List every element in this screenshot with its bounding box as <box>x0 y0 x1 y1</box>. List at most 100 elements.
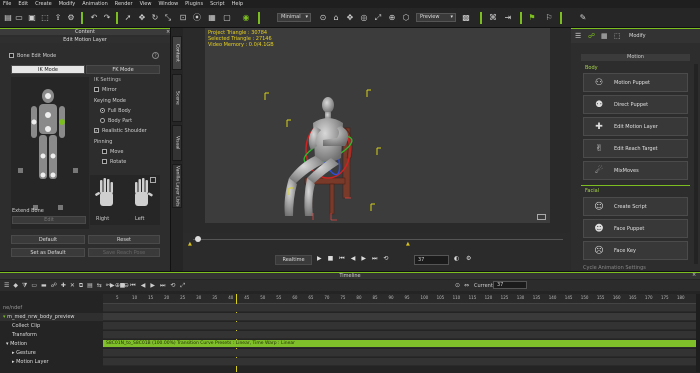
tl-next-icon[interactable]: ▶ <box>150 282 155 290</box>
set-as-default-button[interactable]: Set as Default <box>11 248 85 257</box>
menu-create[interactable]: Create <box>35 1 52 7</box>
delete-key-icon[interactable]: ✕ <box>70 282 75 290</box>
range-end-marker[interactable]: ▲ <box>406 241 410 247</box>
next-frame-icon[interactable]: ▶ <box>361 255 366 263</box>
tl-loop-icon[interactable]: ⟲ <box>170 282 175 290</box>
focus-icon[interactable]: ⊕ <box>387 12 397 23</box>
body-part-radio[interactable]: Body Part <box>100 118 132 124</box>
track-icon[interactable]: ▭ <box>31 282 37 290</box>
scale-icon[interactable]: ⤡ <box>163 12 173 23</box>
track-lane[interactable] <box>103 322 696 330</box>
character-scene[interactable] <box>205 28 550 223</box>
track-row-character[interactable]: ▾ m_med_nrw_body_preview <box>0 313 103 321</box>
light-icon[interactable]: ⦿ <box>192 12 202 23</box>
sliders-icon[interactable]: ☰ <box>575 32 581 40</box>
track-lane[interactable] <box>103 331 696 339</box>
scrubber-handle[interactable] <box>195 236 201 242</box>
animation-tab-icon[interactable]: ⬚ <box>614 32 621 40</box>
realistic-shoulder-checkbox[interactable]: ✓ Realistic Shoulder <box>94 128 147 134</box>
menu-window[interactable]: Window <box>158 1 178 7</box>
timeline-scrollbar[interactable] <box>696 294 700 372</box>
track-row-gesture[interactable]: ▸ Gesture <box>0 349 103 357</box>
3d-viewport[interactable]: Project Triangle : 30784 Selected Triang… <box>205 28 550 223</box>
motion-icon[interactable]: ☍ <box>51 282 57 290</box>
help-icon[interactable]: ? <box>152 52 159 59</box>
range-start-marker[interactable]: ▲ <box>188 241 192 247</box>
collapse-icon[interactable]: ▾ <box>6 341 9 347</box>
menu-help[interactable]: Help <box>232 1 243 7</box>
menu-render[interactable]: Render <box>115 1 133 7</box>
physics-icon[interactable]: ⚑ <box>527 12 537 23</box>
paste-icon[interactable]: ▤ <box>87 282 93 290</box>
tl-end-icon[interactable]: ⏭ <box>160 282 165 290</box>
tl-stop-icon[interactable]: ■ <box>120 282 126 290</box>
reset-button[interactable]: Reset <box>88 235 160 244</box>
viewport-screen-icon[interactable] <box>537 214 546 220</box>
track-lane[interactable] <box>103 313 696 321</box>
tl-fit-icon[interactable]: ⤢ <box>180 282 185 290</box>
frame-icon[interactable]: ▢ <box>222 12 232 23</box>
filter-icon[interactable]: ⧩ <box>22 282 27 290</box>
motion-puppet-button[interactable]: ⚇ Motion Puppet <box>583 73 688 92</box>
body-figure-icon[interactable] <box>11 77 89 229</box>
tl-range-icon[interactable]: ⇔ <box>464 282 469 289</box>
prev-frame-icon[interactable]: ◀ <box>351 255 356 263</box>
move-icon[interactable]: ✥ <box>137 12 147 23</box>
track-lane[interactable] <box>103 358 696 366</box>
save-reach-pose-button[interactable]: Save Reach Pose <box>88 248 160 257</box>
menu-file[interactable]: File <box>3 1 11 7</box>
tl-start-icon[interactable]: ⏮ <box>130 282 135 290</box>
expand-icon[interactable]: ▸ <box>12 350 15 356</box>
home-icon[interactable]: ⌂ <box>331 12 341 23</box>
options-icon[interactable]: ⚙ <box>466 255 471 262</box>
menu-modify[interactable]: Modify <box>59 1 76 7</box>
orbit-icon[interactable]: ◎ <box>359 12 369 23</box>
render-mode-select[interactable]: Preview ▾ <box>416 13 456 22</box>
key-icon[interactable]: ◆ <box>13 282 18 290</box>
menu-animation[interactable]: Animation <box>82 1 108 7</box>
undo-icon[interactable]: ↶ <box>89 12 99 23</box>
timeline-scrubber-track[interactable] <box>193 239 563 240</box>
mirror-checkbox[interactable]: Mirror <box>94 87 117 93</box>
mixmoves-button[interactable]: ☄ MixMoves <box>583 161 688 180</box>
grid-icon[interactable]: ▦ <box>207 12 217 23</box>
menu-view[interactable]: View <box>140 1 152 7</box>
motion-clip[interactable]: S8C01N_to_S8C01B (100.00%) Transition Cu… <box>103 340 696 348</box>
save-icon[interactable]: ▣ <box>27 12 37 23</box>
close-icon[interactable]: × <box>692 272 696 278</box>
go-start-icon[interactable]: ⏮ <box>339 255 344 263</box>
realtime-select[interactable]: Realtime <box>275 255 312 265</box>
track-row-motion-layer[interactable]: ▸ Motion Layer <box>0 358 103 366</box>
expand-icon[interactable]: ▸ <box>12 359 15 365</box>
clip-icon[interactable]: ▬ <box>41 282 47 290</box>
import-icon[interactable]: ⬚ <box>40 12 50 23</box>
view-mode-select[interactable]: Minimal ▾ <box>277 13 311 22</box>
tab-layer-lists[interactable]: Vanilla Layer Lists <box>172 164 182 208</box>
tl-zoom-icon[interactable]: ⊙ <box>455 282 460 289</box>
full-body-radio[interactable]: Full Body <box>100 108 131 114</box>
create-script-button[interactable]: ☺ Create Script <box>583 197 688 216</box>
loop-icon[interactable]: ⟲ <box>383 255 388 263</box>
track-lane[interactable] <box>103 349 696 357</box>
shading-icon[interactable]: ▩ <box>461 12 471 23</box>
hand-toggle-icon[interactable] <box>150 177 156 183</box>
stop-icon[interactable]: ■ <box>328 255 334 263</box>
snap-icon[interactable]: ⌘ <box>488 12 498 23</box>
menu-edit[interactable]: Edit <box>18 1 28 7</box>
tab-fk-mode[interactable]: FK Mode <box>86 65 160 74</box>
tl-prev-icon[interactable]: ◀ <box>141 282 146 290</box>
folder-icon[interactable]: ▤ <box>3 12 13 23</box>
pan-icon[interactable]: ✥ <box>345 12 355 23</box>
export-icon[interactable]: ⇪ <box>53 12 63 23</box>
move-checkbox[interactable]: Move <box>102 149 123 155</box>
direct-puppet-button[interactable]: ⚉ Direct Puppet <box>583 95 688 114</box>
track-row-motion[interactable]: ▾ Motion <box>0 340 103 348</box>
rotate-icon[interactable]: ↻ <box>150 12 160 23</box>
display-icon[interactable]: ⬡ <box>401 12 411 23</box>
tab-scene[interactable]: Scene <box>172 74 182 122</box>
fit-icon[interactable]: ⤢ <box>373 12 383 23</box>
eye-icon[interactable]: ◉ <box>241 12 251 23</box>
redo-icon[interactable]: ↷ <box>102 12 112 23</box>
motion-tab-icon[interactable]: ☍ <box>588 32 595 40</box>
flag-icon[interactable]: ⚐ <box>544 12 554 23</box>
